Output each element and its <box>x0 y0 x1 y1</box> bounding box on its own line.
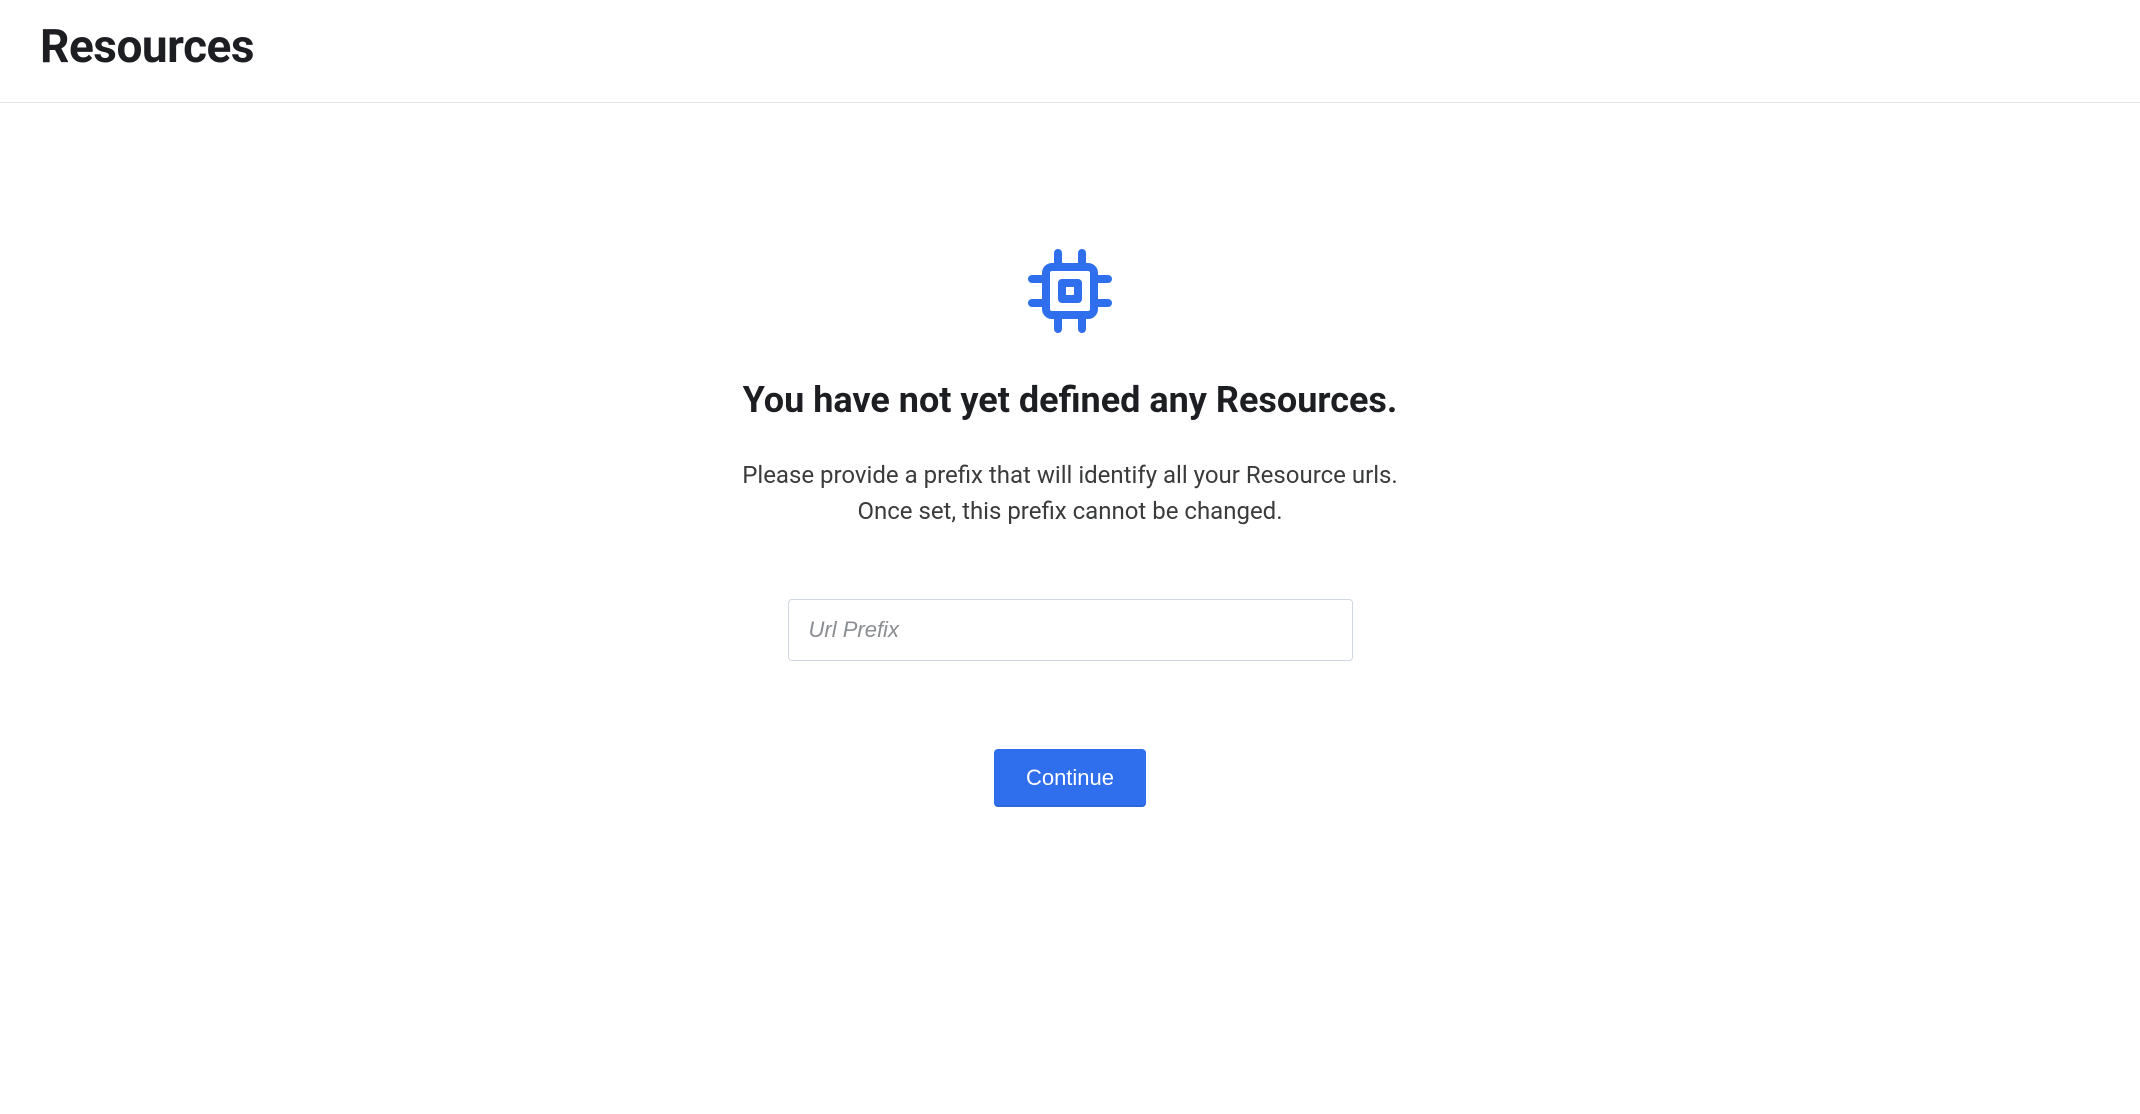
continue-button[interactable]: Continue <box>994 749 1146 807</box>
page-title: Resources <box>40 20 2100 74</box>
url-prefix-input[interactable] <box>788 599 1353 661</box>
cpu-icon <box>1022 243 1118 343</box>
resources-page: Resources You have not yet defined any R… <box>0 0 2140 807</box>
empty-description: Please provide a prefix that will identi… <box>742 457 1398 529</box>
empty-heading: You have not yet defined any Resources. <box>743 379 1398 421</box>
empty-description-line1: Please provide a prefix that will identi… <box>742 457 1398 493</box>
empty-description-line2: Once set, this prefix cannot be changed. <box>742 493 1398 529</box>
empty-state: You have not yet defined any Resources. … <box>0 103 2140 807</box>
page-header: Resources <box>0 0 2140 103</box>
